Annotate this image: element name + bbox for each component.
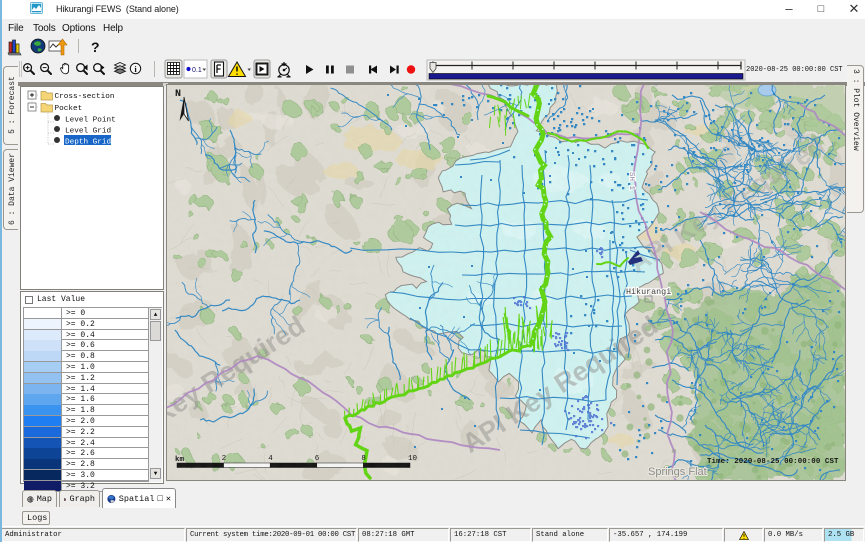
svg-text:10: 10	[408, 455, 418, 463]
svg-text:0.1: 0.1	[192, 67, 202, 74]
svg-text:6: 6	[315, 455, 320, 463]
svg-text:?: ?	[91, 39, 100, 55]
svg-text:Level Grid: Level Grid	[65, 128, 111, 136]
svg-text:Hikurangi: Hikurangi	[626, 287, 671, 297]
svg-text:Cross-section: Cross-section	[55, 93, 115, 101]
svg-text:4: 4	[268, 455, 273, 463]
svg-text:Depth Grid: Depth Grid	[65, 139, 111, 147]
svg-text:Springs Flat: Springs Flat	[648, 466, 707, 478]
svg-text:Time: 2020-08-25 00:00:00 CST: Time: 2020-08-25 00:00:00 CST	[707, 458, 839, 466]
svg-text:Level Point: Level Point	[65, 117, 116, 125]
svg-text:N: N	[175, 89, 181, 100]
svg-text:SH 1: SH 1	[627, 172, 635, 191]
svg-text:8: 8	[361, 455, 366, 463]
svg-text:Pocket: Pocket	[55, 105, 83, 113]
svg-text:2: 2	[222, 455, 227, 463]
